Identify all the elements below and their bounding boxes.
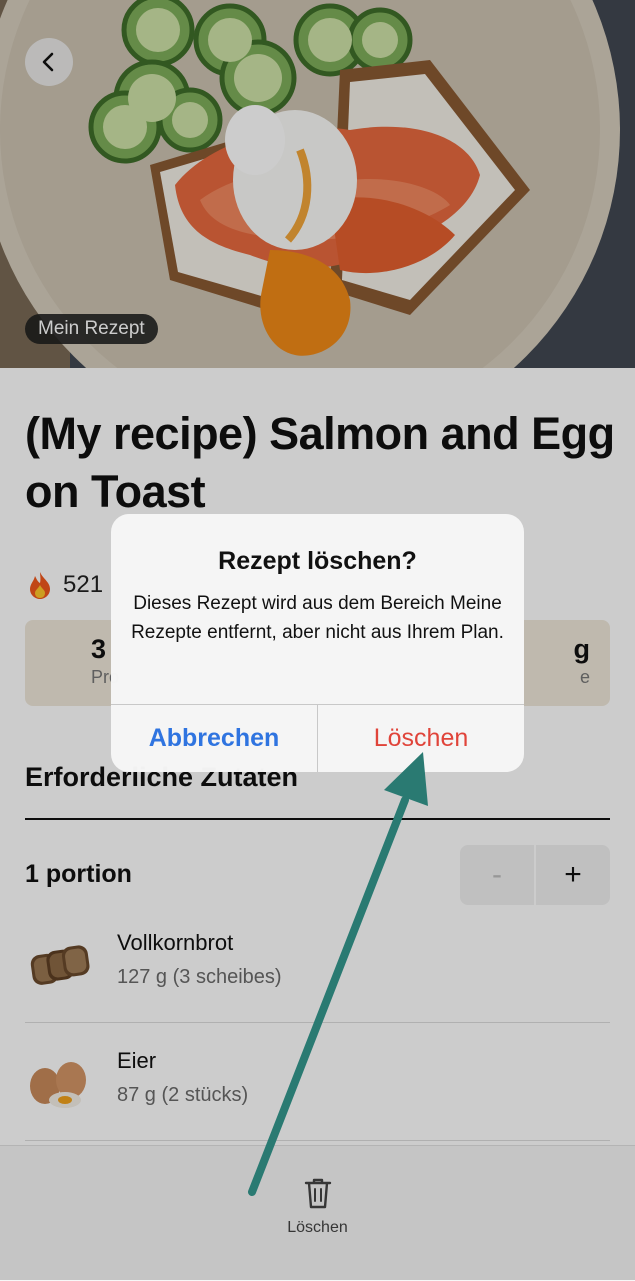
dialog-message: Dieses Rezept wird aus dem Bereich Meine… — [131, 593, 504, 643]
dialog-title: Rezept löschen? — [218, 547, 417, 575]
cancel-button[interactable]: Abbrechen — [111, 704, 317, 772]
recipe-page: Mein Rezept (My recipe) Salmon and Egg o… — [0, 0, 635, 1281]
delete-confirm-dialog: Rezept löschen? Dieses Rezept wird aus d… — [111, 514, 524, 772]
confirm-delete-button[interactable]: Löschen — [318, 704, 524, 772]
